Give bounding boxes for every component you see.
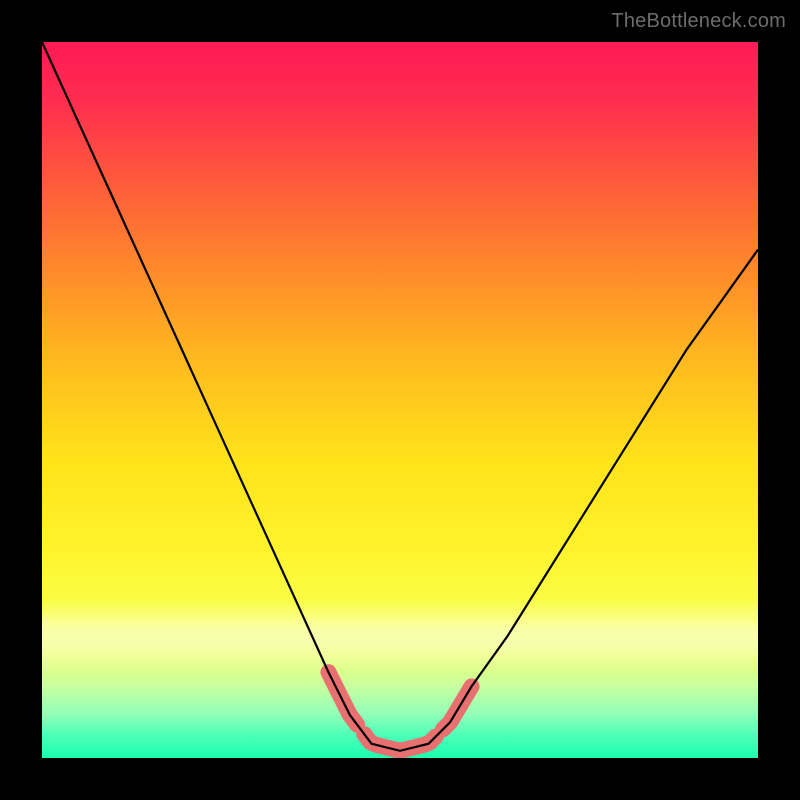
marker-mid <box>364 734 436 751</box>
bottleneck-markers <box>328 672 471 751</box>
bottleneck-curve <box>42 42 758 751</box>
plot-area <box>42 42 758 758</box>
chart-frame: TheBottleneck.com <box>0 0 800 800</box>
curve-layer <box>42 42 758 758</box>
watermark-text: TheBottleneck.com <box>611 10 786 33</box>
